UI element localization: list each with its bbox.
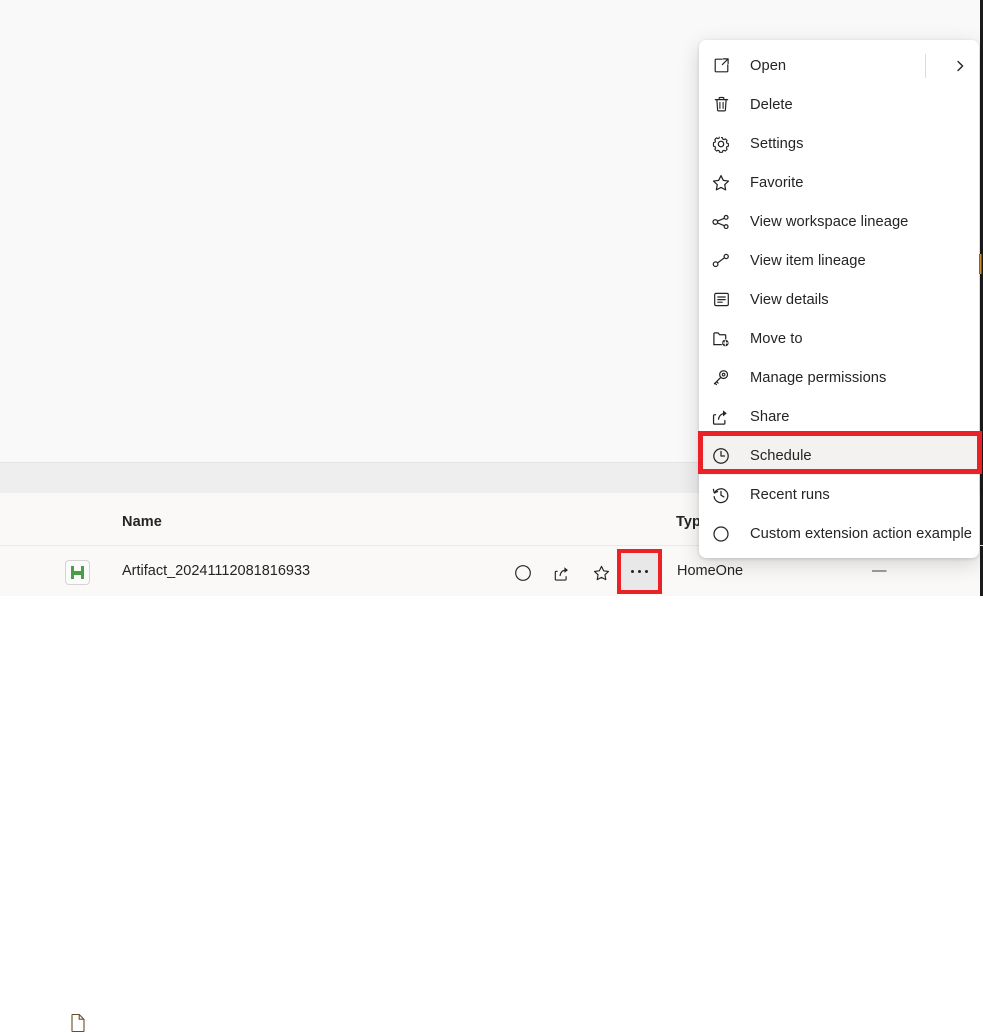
menu-item-view-item-lineage[interactable]: View item lineage — [699, 241, 979, 280]
menu-item-label: View workspace lineage — [750, 213, 909, 230]
item-refreshed: — — [872, 563, 887, 579]
menu-item-open[interactable]: Open — [699, 46, 979, 85]
menu-item-manage-permissions[interactable]: Manage permissions — [699, 358, 979, 397]
circle-icon — [708, 523, 734, 545]
menu-item-label: Move to — [750, 330, 803, 347]
share-icon — [708, 406, 734, 428]
item-workspace: HomeOne — [677, 563, 744, 579]
menu-item-move-to[interactable]: Move to — [699, 319, 979, 358]
more-options-button[interactable] — [617, 549, 662, 594]
menu-item-label: View item lineage — [750, 252, 866, 269]
share-icon[interactable] — [550, 561, 574, 585]
item-name[interactable]: Artifact_20241112081816933 — [122, 563, 310, 579]
menu-item-label: Manage permissions — [750, 369, 887, 386]
ellipsis-icon — [631, 569, 648, 574]
menu-item-view-workspace-lineage[interactable]: View workspace lineage — [699, 202, 979, 241]
menu-item-label: Schedule — [750, 447, 812, 464]
menu-item-view-details[interactable]: View details — [699, 280, 979, 319]
artifact-green-icon — [65, 560, 90, 585]
menu-item-label: Recent runs — [750, 486, 830, 503]
menu-item-favorite[interactable]: Favorite — [699, 163, 979, 202]
menu-item-recent-runs[interactable]: Recent runs — [699, 475, 979, 514]
key-icon — [708, 367, 734, 389]
endorsement-icon[interactable] — [511, 561, 535, 585]
menu-item-schedule[interactable]: Schedule — [699, 436, 979, 475]
column-header-name[interactable]: Name — [122, 514, 162, 530]
menu-item-label: Settings — [750, 135, 804, 152]
menu-item-label: Delete — [750, 96, 793, 113]
star-icon — [708, 172, 734, 194]
menu-item-label: Open — [750, 57, 787, 74]
menu-item-share[interactable]: Share — [699, 397, 979, 436]
context-menu[interactable]: Open Delete Settings Favorite View works… — [699, 40, 979, 558]
menu-item-custom-extension-action-example[interactable]: Custom extension action example — [699, 514, 979, 553]
submenu-divider — [925, 54, 926, 78]
workspace-lineage-icon — [708, 211, 734, 233]
column-header-type[interactable]: Typ — [676, 514, 701, 530]
trash-icon — [708, 94, 734, 116]
move-to-folder-icon — [708, 328, 734, 350]
favorite-icon[interactable] — [589, 561, 613, 585]
document-icon — [70, 1013, 86, 1033]
menu-item-label: View details — [750, 291, 829, 308]
item-lineage-icon — [708, 250, 734, 272]
app-canvas: Name Typ Artifact_20241112081816933 Home… — [0, 0, 983, 1033]
menu-item-label: Custom extension action example — [750, 525, 972, 542]
clock-icon — [708, 445, 734, 467]
menu-item-label: Share — [750, 408, 790, 425]
details-icon — [708, 289, 734, 311]
history-icon — [708, 484, 734, 506]
chevron-right-icon[interactable] — [953, 46, 967, 85]
menu-item-label: Favorite — [750, 174, 804, 191]
gear-icon — [708, 133, 734, 155]
menu-item-delete[interactable]: Delete — [699, 85, 979, 124]
menu-item-settings[interactable]: Settings — [699, 124, 979, 163]
open-external-icon — [708, 55, 734, 77]
